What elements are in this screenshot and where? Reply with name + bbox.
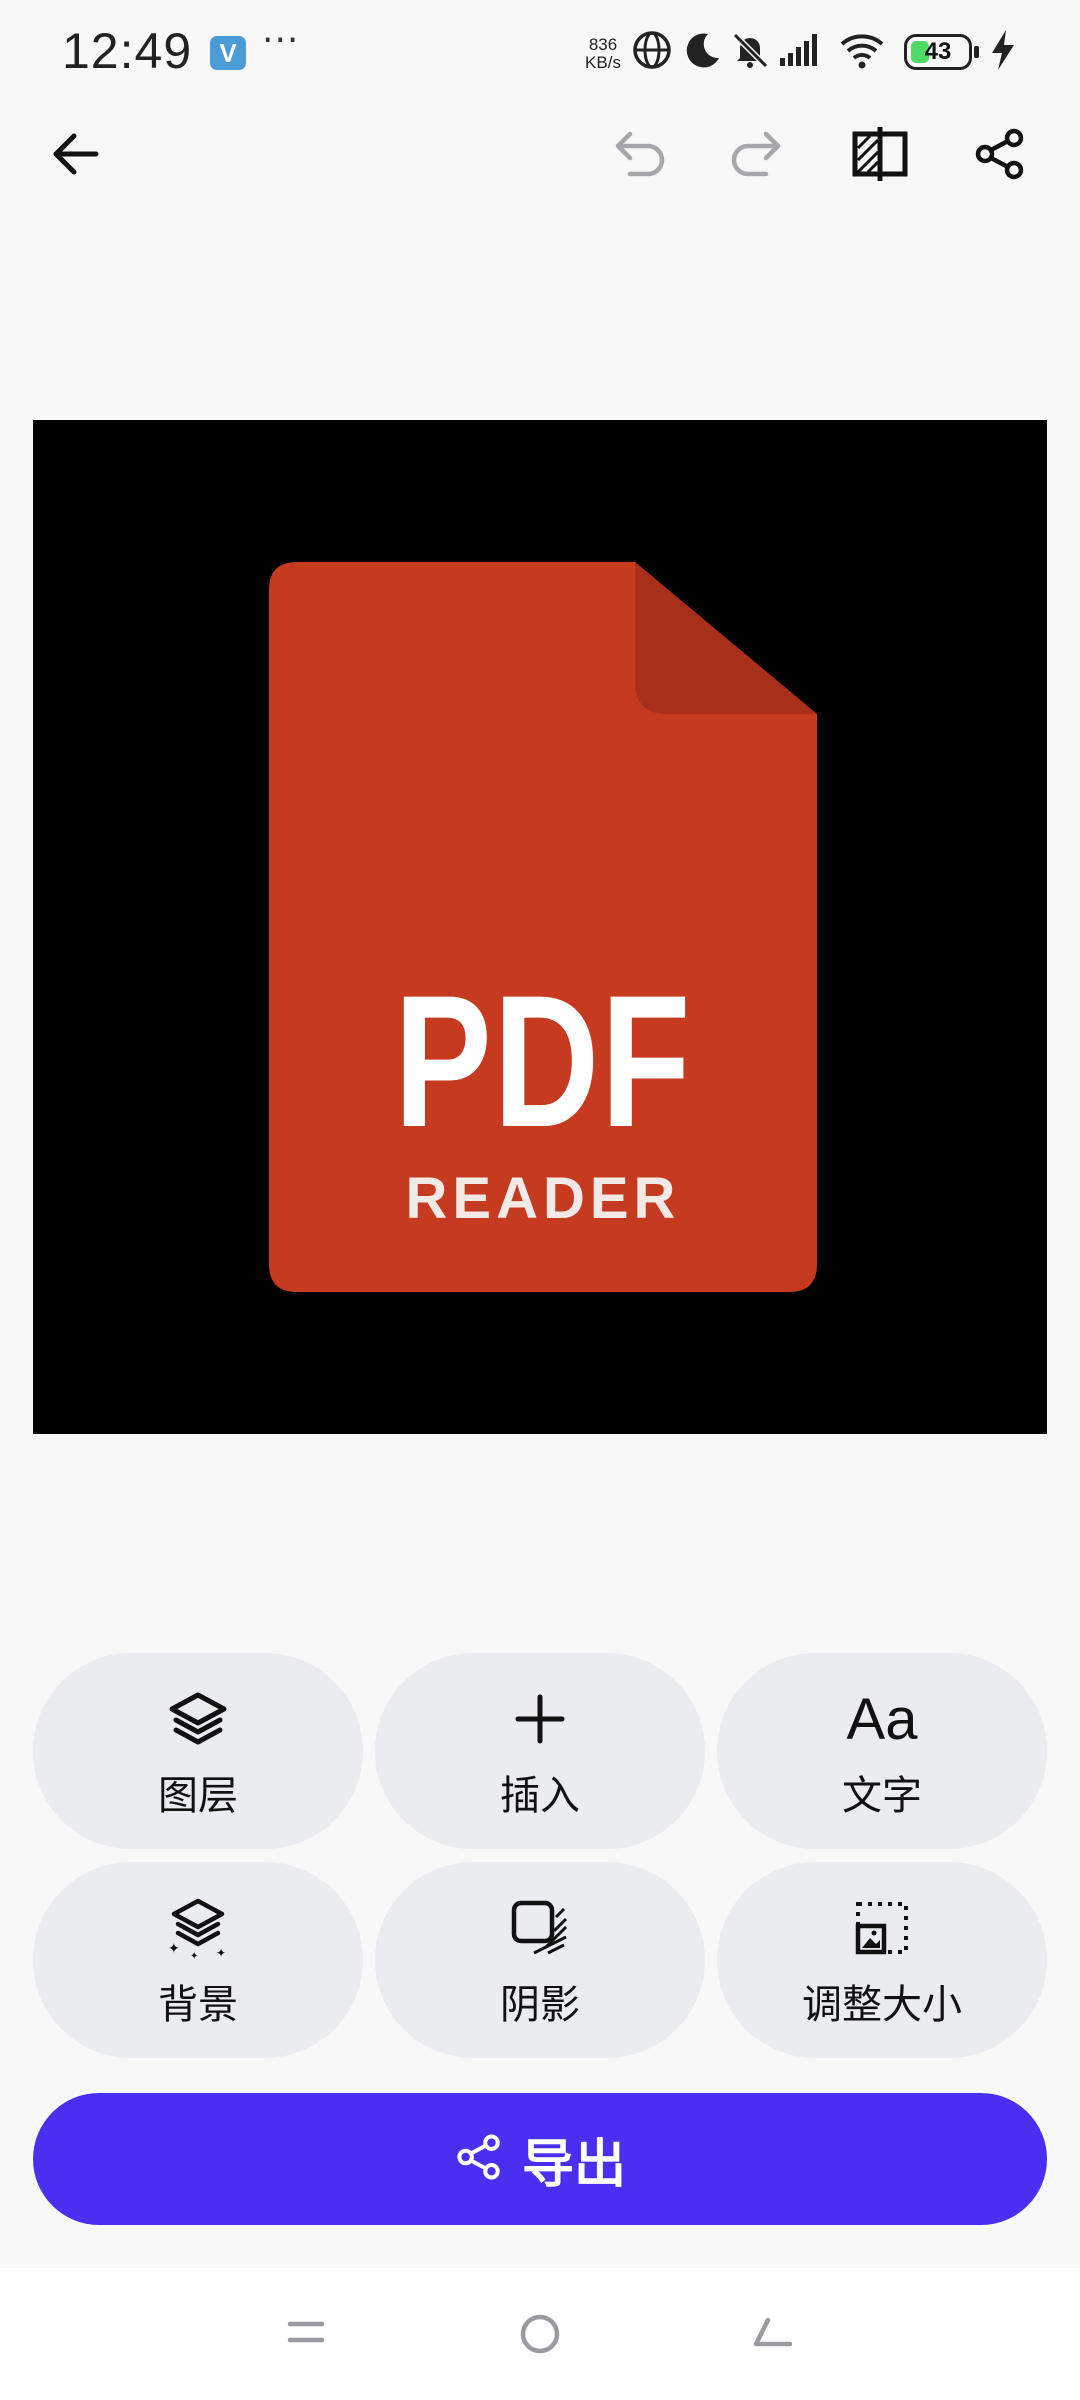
- home-icon[interactable]: [518, 2312, 562, 2360]
- battery-percent: 43: [924, 38, 952, 65]
- back-button[interactable]: [40, 120, 112, 192]
- tool-label: 插入: [500, 1773, 580, 1819]
- back-icon[interactable]: [750, 2312, 794, 2360]
- undo-icon: [608, 126, 668, 186]
- tool-label: 背景: [158, 1982, 238, 2028]
- signal-icon: [778, 30, 826, 74]
- compare-button[interactable]: [844, 120, 916, 192]
- menu-icon[interactable]: [286, 2312, 326, 2356]
- back-arrow-icon: [48, 126, 104, 186]
- text-icon-glyph: Aa: [846, 1686, 918, 1752]
- logo-title: PDF: [394, 956, 692, 1166]
- share-button[interactable]: [964, 120, 1036, 192]
- tool-label: 阴影: [500, 1982, 580, 2028]
- share-icon: [454, 2132, 504, 2186]
- tool-label: 图层: [158, 1773, 238, 1819]
- tool-resize-button[interactable]: 调整大小: [717, 1862, 1047, 2058]
- tool-background-button[interactable]: ✦ ✦ ✦ 背景: [33, 1862, 363, 2058]
- globe-icon: [632, 30, 672, 74]
- status-time: 12:49: [62, 23, 193, 79]
- compare-icon: [850, 124, 910, 188]
- more-notifications-icon: ···: [262, 20, 300, 61]
- undo-button[interactable]: [602, 120, 674, 192]
- background-icon: ✦ ✦ ✦: [33, 1898, 363, 1959]
- battery-icon: 43: [904, 34, 972, 70]
- app-notification-icon: V: [210, 36, 246, 70]
- export-button[interactable]: 导出: [33, 2093, 1047, 2225]
- network-speed: 836 KB/s: [578, 36, 628, 72]
- svg-text:✦: ✦: [190, 1951, 198, 1959]
- battery-tip: [974, 46, 979, 58]
- system-nav-bar: [0, 2268, 1080, 2400]
- tool-label: 文字: [842, 1773, 922, 1819]
- logo-subtitle: READER: [405, 1166, 681, 1231]
- network-speed-unit: KB/s: [585, 53, 621, 72]
- svg-text:✦: ✦: [168, 1941, 180, 1957]
- tool-text-button[interactable]: Aa 文字: [717, 1653, 1047, 1849]
- tool-layers-button[interactable]: 图层: [33, 1653, 363, 1849]
- export-label: 导出: [521, 2134, 626, 2195]
- wifi-icon: [838, 30, 886, 74]
- shadow-icon: [375, 1898, 705, 1958]
- redo-icon: [728, 126, 788, 186]
- svg-text:✦: ✦: [216, 1946, 226, 1959]
- share-icon: [972, 126, 1028, 186]
- redo-button[interactable]: [722, 120, 794, 192]
- mute-bell-icon: [730, 30, 770, 74]
- image-canvas[interactable]: PDF READER: [33, 420, 1047, 1434]
- tool-shadow-button[interactable]: 阴影: [375, 1862, 705, 2058]
- tool-label: 调整大小: [802, 1982, 962, 2028]
- pdf-reader-logo: PDF READER: [269, 562, 817, 1292]
- tool-insert-button[interactable]: 插入: [375, 1653, 705, 1849]
- layers-icon: [33, 1689, 363, 1749]
- text-icon: Aa: [717, 1687, 1047, 1752]
- plus-icon: [375, 1689, 705, 1749]
- status-bar: 12:49 V ··· 836 KB/s 43: [0, 0, 1080, 104]
- charging-icon: [988, 28, 1018, 76]
- resize-icon: [717, 1898, 1047, 1958]
- moon-icon: [682, 30, 722, 74]
- network-speed-value: 836: [588, 35, 618, 54]
